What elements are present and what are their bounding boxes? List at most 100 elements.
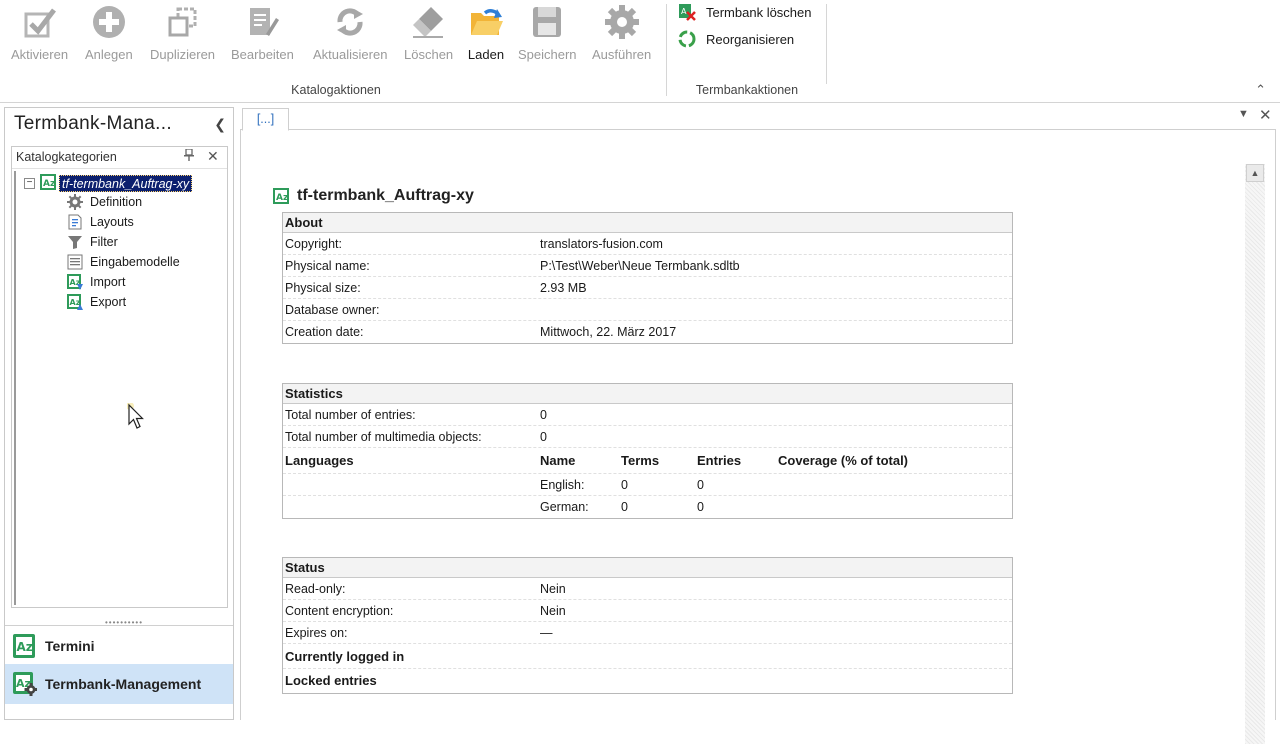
tree-item-eingabemodelle[interactable]: Eingabemodelle bbox=[66, 253, 180, 271]
language-row: German: 0 0 bbox=[283, 496, 1012, 518]
layout-icon bbox=[66, 213, 84, 231]
document-tab[interactable]: [...] bbox=[242, 108, 289, 131]
open-folder-icon bbox=[466, 2, 506, 42]
export-icon: Az bbox=[66, 293, 84, 311]
locked-entries-label: Locked entries bbox=[285, 673, 377, 688]
reorganisieren-button[interactable]: Reorganisieren bbox=[678, 29, 794, 49]
plus-circle-icon bbox=[89, 2, 129, 42]
status-header: Status bbox=[283, 558, 1012, 578]
aktualisieren-button[interactable]: Aktualisieren bbox=[313, 2, 387, 66]
tree-item-label: Export bbox=[90, 295, 127, 309]
tree-item-label: Filter bbox=[90, 235, 118, 249]
about-table: About Copyright: translators-fusion.com P… bbox=[282, 212, 1013, 344]
loeschen-label: Löschen bbox=[404, 47, 454, 62]
svg-text:Az: Az bbox=[17, 640, 33, 654]
table-row: Creation date: Mittwoch, 22. März 2017 bbox=[283, 321, 1012, 343]
lang-entries: 0 bbox=[697, 478, 704, 492]
collapse-node-icon[interactable]: − bbox=[24, 177, 35, 189]
nav-termini-label: Termini bbox=[45, 637, 95, 654]
row-key: Content encryption: bbox=[285, 604, 394, 618]
row-key: Creation date: bbox=[285, 325, 364, 339]
status-table: Status Read-only: Nein Content encryption… bbox=[282, 557, 1013, 694]
pin-icon[interactable] bbox=[184, 148, 194, 164]
tree-item-definition[interactable]: Definition bbox=[66, 193, 142, 211]
locked-entries-row: Locked entries bbox=[283, 669, 1012, 693]
edit-document-icon bbox=[242, 2, 282, 42]
row-value: 0 bbox=[540, 408, 547, 422]
document-heading: Az tf-termbank_Auftrag-xy bbox=[273, 187, 474, 205]
refresh-icon bbox=[330, 2, 370, 42]
navigation-panel: Termbank-Mana... ❮ Katalogkategorien ✕ −… bbox=[4, 107, 234, 720]
close-tab-icon[interactable]: ✕ bbox=[1259, 106, 1272, 124]
scroll-up-arrow-icon[interactable]: ▲ bbox=[1246, 164, 1264, 182]
speichern-button[interactable]: Speichern bbox=[518, 2, 577, 66]
termbank-loeschen-button[interactable]: A Termbank löschen bbox=[678, 2, 812, 22]
lang-col-terms: Terms bbox=[621, 453, 660, 468]
svg-text:A: A bbox=[681, 7, 687, 16]
table-row: Physical size: 2.93 MB bbox=[283, 277, 1012, 299]
row-key: Total number of multimedia objects: bbox=[285, 430, 482, 444]
save-icon bbox=[527, 2, 567, 42]
loeschen-button[interactable]: Löschen bbox=[404, 2, 453, 66]
ribbon-separator bbox=[826, 4, 827, 84]
laden-label: Laden bbox=[467, 47, 505, 62]
tab-list-dropdown-icon[interactable]: ▼ bbox=[1238, 108, 1249, 120]
tree-item-layouts[interactable]: Layouts bbox=[66, 213, 134, 231]
lang-col-entries: Entries bbox=[697, 453, 742, 468]
gear-icon bbox=[602, 2, 642, 42]
languages-header-row: Languages Name Terms Entries Coverage (%… bbox=[283, 448, 1012, 474]
close-icon[interactable]: ✕ bbox=[207, 148, 219, 165]
table-row: Database owner: bbox=[283, 299, 1012, 321]
table-row: Read-only: Nein bbox=[283, 578, 1012, 600]
bearbeiten-button[interactable]: Bearbeiten bbox=[231, 2, 294, 66]
row-value: 0 bbox=[540, 430, 547, 444]
checkmark-icon bbox=[20, 2, 60, 42]
bearbeiten-label: Bearbeiten bbox=[231, 47, 294, 62]
mouse-cursor-icon bbox=[126, 402, 145, 434]
lang-name: German: bbox=[540, 500, 589, 514]
aktivieren-button[interactable]: Aktivieren bbox=[11, 2, 68, 66]
nav-termini[interactable]: Az Termini bbox=[5, 625, 233, 665]
tree-root-item[interactable]: − Az tf-termbank_Auftrag-xy bbox=[24, 173, 193, 192]
language-row: English: 0 0 bbox=[283, 474, 1012, 496]
document-content: ▲ Az tf-termbank_Auftrag-xy About Copyri… bbox=[240, 130, 1276, 744]
anlegen-button[interactable]: Anlegen bbox=[85, 2, 133, 66]
termbank-icon: Az bbox=[273, 188, 289, 204]
row-value: 2.93 MB bbox=[540, 281, 587, 295]
document-title: tf-termbank_Auftrag-xy bbox=[297, 187, 474, 204]
collapse-panel-icon[interactable]: ❮ bbox=[214, 116, 226, 133]
gear-icon bbox=[66, 193, 84, 211]
catalog-tree: − Az tf-termbank_Auftrag-xy Definition L… bbox=[14, 171, 225, 605]
tree-item-export[interactable]: Az Export bbox=[66, 293, 126, 311]
table-row: Content encryption: Nein bbox=[283, 600, 1012, 622]
document-area: [...] ▼ ✕ ▲ Az tf-termbank_Auftrag-xy Ab… bbox=[240, 106, 1276, 744]
table-row: Copyright: translators-fusion.com bbox=[283, 233, 1012, 255]
laden-button[interactable]: Laden bbox=[466, 2, 506, 66]
languages-label: Languages bbox=[285, 453, 354, 468]
tree-item-label: Definition bbox=[90, 195, 143, 209]
recycle-icon bbox=[678, 30, 696, 48]
row-value: P:\Test\Weber\Neue Termbank.sdltb bbox=[540, 259, 740, 273]
termbank-loeschen-label: Termbank löschen bbox=[706, 4, 812, 20]
ribbon-collapse-icon[interactable]: ⌃ bbox=[1255, 82, 1266, 98]
lang-col-coverage: Coverage (% of total) bbox=[778, 453, 909, 468]
table-row: Expires on: — bbox=[283, 622, 1012, 644]
tree-item-import[interactable]: Az Import bbox=[66, 273, 125, 291]
svg-text:Az: Az bbox=[276, 193, 288, 203]
duplizieren-button[interactable]: Duplizieren bbox=[150, 2, 215, 66]
tree-item-filter[interactable]: Filter bbox=[66, 233, 118, 251]
termini-icon: Az bbox=[13, 633, 35, 658]
group-label-termbankaktionen: Termbankaktionen bbox=[695, 83, 799, 97]
group-label-katalogaktionen: Katalogaktionen bbox=[291, 83, 381, 97]
logged-in-row: Currently logged in bbox=[283, 644, 1012, 669]
lang-col-name: Name bbox=[540, 453, 576, 468]
logged-in-label: Currently logged in bbox=[285, 649, 405, 664]
row-value: Mittwoch, 22. März 2017 bbox=[540, 325, 677, 339]
lang-name: English: bbox=[540, 478, 585, 492]
duplizieren-label: Duplizieren bbox=[150, 47, 216, 62]
vertical-scrollbar[interactable]: ▲ bbox=[1245, 164, 1265, 744]
ausfuehren-button[interactable]: Ausführen bbox=[592, 2, 651, 66]
lang-terms: 0 bbox=[621, 478, 628, 492]
nav-termbank-management[interactable]: Az Termbank-Management bbox=[5, 664, 233, 704]
about-header: About bbox=[283, 213, 1012, 233]
